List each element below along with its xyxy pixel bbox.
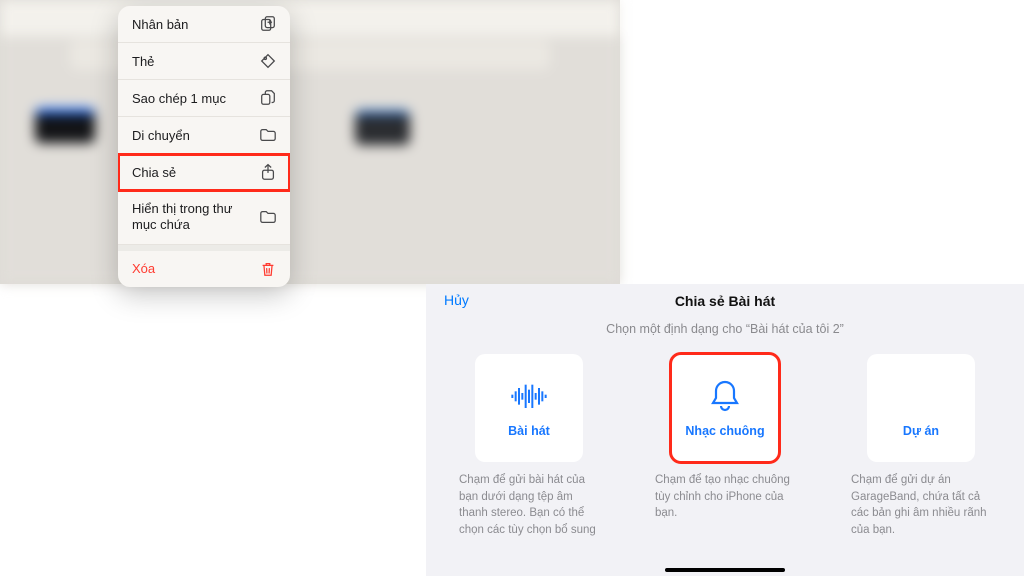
home-indicator bbox=[665, 568, 785, 572]
share-option-ringtone: Nhạc chuông Chạm để tạo nhạc chuông tùy … bbox=[655, 354, 795, 539]
menu-item-move[interactable]: Di chuyển bbox=[118, 117, 290, 154]
share-icon bbox=[259, 163, 277, 181]
share-card-desc: Chạm để tạo nhạc chuông tùy chỉnh cho iP… bbox=[655, 472, 795, 522]
share-card-label: Bài hát bbox=[508, 424, 550, 438]
menu-item-label: Hiển thị trong thư mục chứa bbox=[132, 201, 252, 234]
trash-icon bbox=[259, 260, 277, 278]
share-card-label: Dự án bbox=[903, 424, 939, 438]
share-option-song: Bài hát Chạm để gửi bài hát của bạn dưới… bbox=[459, 354, 599, 539]
share-option-project: Dự án Chạm để gửi dự án GarageBand, chứa… bbox=[851, 354, 991, 539]
folder-icon bbox=[259, 208, 277, 226]
waveform-icon bbox=[509, 378, 549, 414]
menu-item-label: Xóa bbox=[132, 261, 155, 276]
share-sheet-screenshot: Hủy Chia sẻ Bài hát Chọn một định dạng c… bbox=[426, 284, 1024, 576]
menu-item-label: Chia sẻ bbox=[132, 165, 176, 180]
blurred-background bbox=[0, 0, 620, 284]
tag-icon bbox=[259, 52, 277, 70]
menu-item-share[interactable]: Chia sẻ bbox=[118, 154, 290, 191]
duplicate-icon bbox=[259, 15, 277, 33]
bell-icon bbox=[705, 378, 745, 414]
menu-item-label: Di chuyển bbox=[132, 128, 190, 143]
context-menu-screenshot: Nhân bản Thẻ Sao chép 1 mục Di chuyển Ch… bbox=[0, 0, 620, 284]
menu-item-copy[interactable]: Sao chép 1 mục bbox=[118, 80, 290, 117]
share-sheet-header: Hủy Chia sẻ Bài hát bbox=[426, 284, 1024, 318]
multitrack-icon bbox=[901, 378, 941, 414]
menu-item-label: Sao chép 1 mục bbox=[132, 91, 226, 106]
share-card-label: Nhạc chuông bbox=[685, 424, 764, 438]
share-card-desc: Chạm để gửi dự án GarageBand, chứa tất c… bbox=[851, 472, 991, 539]
share-card-project[interactable]: Dự án bbox=[867, 354, 975, 462]
context-menu: Nhân bản Thẻ Sao chép 1 mục Di chuyển Ch… bbox=[118, 6, 290, 287]
menu-item-duplicate[interactable]: Nhân bản bbox=[118, 6, 290, 43]
menu-item-delete[interactable]: Xóa bbox=[118, 245, 290, 287]
share-card-song[interactable]: Bài hát bbox=[475, 354, 583, 462]
share-card-ringtone[interactable]: Nhạc chuông bbox=[671, 354, 779, 462]
share-sheet-subtitle: Chọn một định dạng cho “Bài hát của tôi … bbox=[426, 322, 1024, 336]
cancel-button[interactable]: Hủy bbox=[444, 292, 469, 308]
share-card-desc: Chạm để gửi bài hát của bạn dưới dạng tệ… bbox=[459, 472, 599, 539]
menu-item-label: Nhân bản bbox=[132, 17, 188, 32]
menu-item-show-in-folder[interactable]: Hiển thị trong thư mục chứa bbox=[118, 191, 290, 245]
menu-item-tag[interactable]: Thẻ bbox=[118, 43, 290, 80]
share-cards-row: Bài hát Chạm để gửi bài hát của bạn dưới… bbox=[426, 354, 1024, 539]
menu-item-label: Thẻ bbox=[132, 54, 154, 69]
copy-icon bbox=[259, 89, 277, 107]
share-sheet-title: Chia sẻ Bài hát bbox=[675, 293, 775, 309]
folder-icon bbox=[259, 126, 277, 144]
